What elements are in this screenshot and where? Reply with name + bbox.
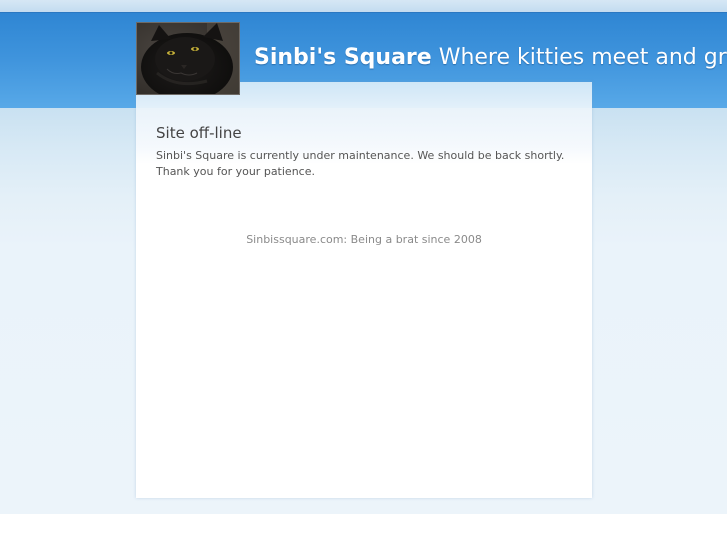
- site-name[interactable]: Sinbi's Square: [254, 45, 432, 70]
- footer-text: Sinbissquare.com: Being a brat since 200…: [246, 233, 482, 246]
- page: Sinbi's SquareWhere kitties meet and gre…: [0, 0, 727, 545]
- bottom-margin: [0, 514, 727, 545]
- page-title: Site off-line: [156, 124, 242, 142]
- site-slogan: Where kitties meet and greet: [438, 45, 727, 70]
- site-logo[interactable]: [136, 22, 240, 95]
- cat-photo-icon: [137, 23, 239, 94]
- maintenance-message: Sinbi's Square is currently under mainte…: [156, 149, 565, 178]
- content-panel: [136, 82, 592, 498]
- site-title[interactable]: Sinbi's SquareWhere kitties meet and gre…: [254, 43, 727, 73]
